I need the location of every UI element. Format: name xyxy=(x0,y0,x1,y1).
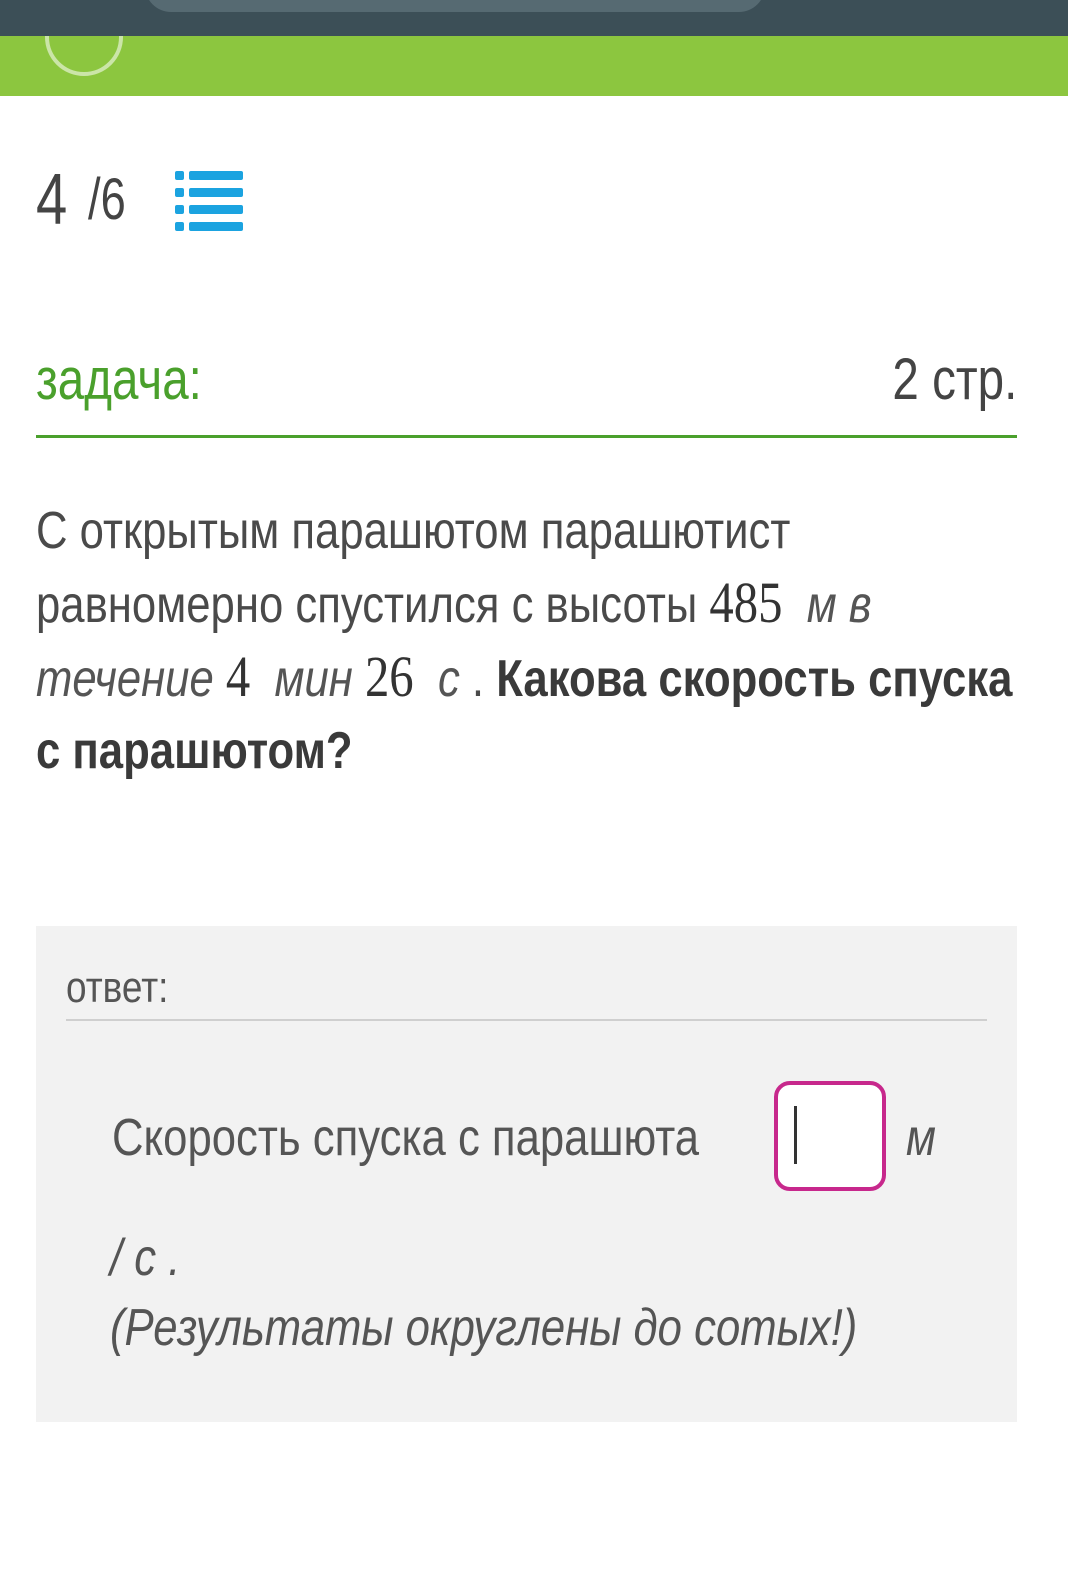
task-label: задача: xyxy=(36,347,202,412)
total-tasks: /6 xyxy=(88,167,126,232)
task-text-part3: . xyxy=(459,650,497,708)
list-icon[interactable] xyxy=(175,171,243,233)
green-header-bar xyxy=(0,36,1068,96)
height-unit: м xyxy=(806,576,837,634)
minutes-unit: мин xyxy=(274,650,353,708)
task-statement: С открытым парашютом парашютист равномер… xyxy=(36,495,1027,787)
height-value: 485 xyxy=(709,570,783,635)
answer-unit-m: м xyxy=(906,1109,936,1167)
answer-unit-s: / с . xyxy=(110,1229,181,1287)
minutes-value: 4 xyxy=(225,644,251,709)
answer-panel: ответ: Скорость спуска с парашюта м / с … xyxy=(36,926,1017,1422)
task-section-header: задача: 2 стр. xyxy=(36,340,1017,438)
task-text-part1: С открытым парашютом парашютист равномер… xyxy=(36,502,791,634)
rounding-note: (Результаты округлены до сотых!) xyxy=(110,1299,858,1357)
current-task-number: 4 xyxy=(36,160,67,240)
page-count: 2 стр. xyxy=(892,347,1017,412)
answer-label: ответ: xyxy=(66,963,169,1012)
answer-prompt: Скорость спуска с парашюта xyxy=(112,1109,700,1167)
search-bar[interactable] xyxy=(145,0,765,12)
seconds-unit: с xyxy=(437,650,460,708)
avatar-icon[interactable] xyxy=(45,36,123,76)
text-caret xyxy=(794,1106,797,1164)
top-app-bar xyxy=(0,0,1068,36)
task-counter: 4 /6 xyxy=(36,160,148,240)
answer-divider xyxy=(66,1019,987,1021)
answer-input[interactable] xyxy=(774,1081,886,1191)
seconds-value: 26 xyxy=(364,644,414,709)
